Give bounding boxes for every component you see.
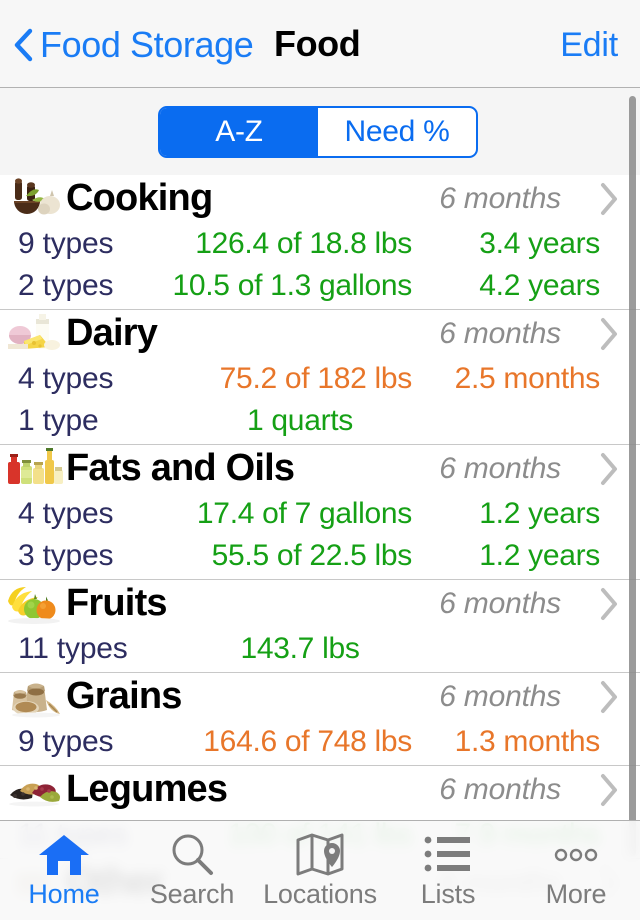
sort-header: A-Z Need % [0,88,640,175]
category-period: 6 months [439,182,561,215]
category-name: Fats and Oils [66,447,295,489]
back-button-label: Food Storage [40,24,254,65]
mortar-pestle-icon [6,176,64,222]
edit-button[interactable]: Edit [560,26,618,64]
table-row[interactable]: Grains 6 months 9 types 164.6 of 748 lbs… [0,673,640,766]
list-bullet-icon [424,829,472,881]
tab-home[interactable]: Home [0,821,128,920]
tab-lists-label: Lists [420,879,476,909]
cheese-milk-icon [6,311,64,357]
duration-value: 1.2 years [479,497,600,530]
category-period: 6 months [439,680,561,713]
fruit-basket-icon [6,581,64,627]
chevron-right-icon [598,772,620,808]
row-header: Fruits 6 months [0,580,640,628]
amount-value: 10.5 of 1.3 gallons [172,269,413,302]
row-header: Dairy 6 months [0,310,640,358]
tab-search[interactable]: Search [128,821,256,920]
category-name: Fruits [66,582,168,624]
navigation-bar: Food Storage Food Edit [0,0,640,88]
types-count: 3 types [18,539,114,572]
segment-a-z[interactable]: A-Z [160,108,318,156]
category-name: Grains [66,675,182,717]
duration-value: 4.2 years [479,269,600,302]
types-count: 4 types [18,497,114,530]
types-count: 9 types [18,227,114,260]
tab-more[interactable]: More [512,821,640,920]
grain-sacks-icon [6,674,64,720]
tab-bar: Home Search Locations Lists More [0,820,640,920]
types-count: 2 types [18,269,114,302]
vertical-scrollbar[interactable] [629,96,636,856]
back-button[interactable]: Food Storage [14,22,254,68]
table-row[interactable]: Cooking 6 months 9 types 126.4 of 18.8 l… [0,175,640,310]
category-period: 6 months [439,452,561,485]
home-icon [37,829,91,881]
amount-value: 17.4 of 7 gallons [196,497,412,530]
chevron-right-icon [598,679,620,715]
tab-search-label: Search [149,879,235,909]
row-header: Legumes 6 months [0,766,640,814]
duration-value: 2.5 months [454,362,601,395]
row-header: Cooking 6 months [0,175,640,223]
tab-lists[interactable]: Lists [384,821,512,920]
category-name: Dairy [66,312,158,354]
app-screen: Food Storage Food Edit A-Z Need % Cookin… [0,0,640,920]
category-name: Legumes [66,768,228,810]
row-detail-line: 4 types 75.2 of 182 lbs 2.5 months [0,358,640,400]
duration-value: 1.3 months [454,725,601,758]
segment-need-percent[interactable]: Need % [318,108,476,156]
row-detail-line: 4 types 17.4 of 7 gallons 1.2 years [0,493,640,535]
sort-segmented-control[interactable]: A-Z Need % [158,106,478,158]
amount-value: 143.7 lbs [240,632,360,665]
row-detail-line: 1 type 1 quarts [0,400,640,442]
chevron-left-icon [14,28,34,62]
row-detail-line: 9 types 126.4 of 18.8 lbs 3.4 years [0,223,640,265]
duration-value: 3.4 years [479,227,600,260]
tab-more-label: More [545,879,607,909]
tab-locations-label: Locations [263,879,377,909]
ellipsis-icon [549,829,603,881]
chevron-right-icon [598,316,620,352]
map-pin-icon [294,829,346,881]
row-header: Fats and Oils 6 months [0,445,640,493]
table-row[interactable]: Fruits 6 months 11 types 143.7 lbs [0,580,640,673]
category-period: 6 months [439,587,561,620]
row-header: Grains 6 months [0,673,640,721]
beans-icon [6,767,64,813]
amount-value: 55.5 of 22.5 lbs [211,539,413,572]
chevron-right-icon [598,181,620,217]
category-list[interactable]: Cooking 6 months 9 types 126.4 of 18.8 l… [0,175,640,920]
amount-value: 75.2 of 182 lbs [219,362,413,395]
tab-home-label: Home [28,879,100,909]
category-period: 6 months [439,317,561,350]
row-detail-line: 11 types 143.7 lbs [0,628,640,670]
row-detail-line: 3 types 55.5 of 22.5 lbs 1.2 years [0,535,640,577]
table-row[interactable]: Fats and Oils 6 months 4 types 17.4 of 7… [0,445,640,580]
category-period: 6 months [439,773,561,806]
page-title: Food [274,23,361,64]
chevron-right-icon [598,451,620,487]
search-icon [167,829,217,881]
category-name: Cooking [66,177,213,219]
table-row[interactable]: Dairy 6 months 4 types 75.2 of 182 lbs 2… [0,310,640,445]
oil-bottles-icon [6,446,64,492]
types-count: 4 types [18,362,114,395]
row-detail-line: 2 types 10.5 of 1.3 gallons 4.2 years [0,265,640,307]
row-detail-line: 9 types 164.6 of 748 lbs 1.3 months [0,721,640,763]
types-count: 9 types [18,725,114,758]
amount-value: 164.6 of 748 lbs [203,725,412,758]
amount-value: 126.4 of 18.8 lbs [195,227,412,260]
tab-locations[interactable]: Locations [256,821,384,920]
amount-value: 1 quarts [247,404,353,437]
duration-value: 1.2 years [479,539,600,572]
chevron-right-icon [598,586,620,622]
